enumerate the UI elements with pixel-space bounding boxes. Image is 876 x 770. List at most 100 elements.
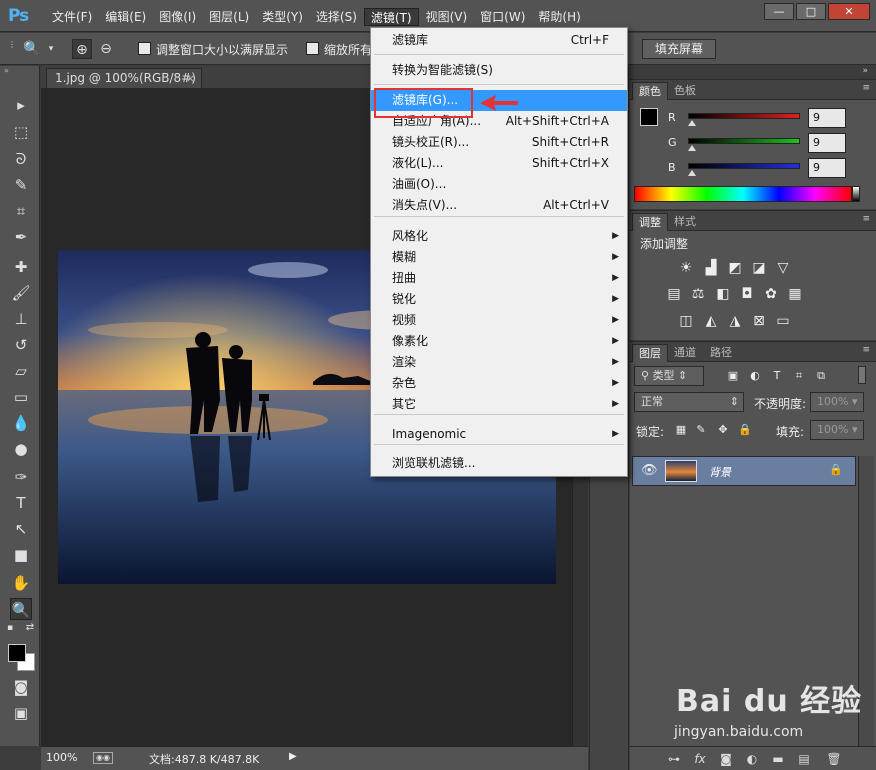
healing-brush-tool-icon[interactable]: ✚: [10, 256, 32, 278]
color-fg-swatch[interactable]: [640, 108, 658, 126]
fill-input[interactable]: 100% ▾: [810, 420, 864, 440]
black-white-icon[interactable]: ◧: [714, 285, 732, 303]
filter-menu-item-10[interactable]: 扭曲 ▶: [371, 268, 627, 289]
new-layer-icon[interactable]: ▤: [796, 751, 812, 767]
pen-tool-icon[interactable]: ✑: [10, 466, 32, 488]
red-slider-thumb[interactable]: [688, 120, 696, 126]
filter-menu-item-8[interactable]: 风格化 ▶: [371, 226, 627, 247]
color-balance-icon[interactable]: ⚖: [689, 285, 707, 303]
opacity-input[interactable]: 100% ▾: [810, 392, 864, 412]
zoom-level[interactable]: 100%: [46, 751, 77, 764]
zoom-in-icon[interactable]: ⊕: [72, 39, 92, 59]
layer-filter-select[interactable]: ⚲ 类型 ⇕: [634, 366, 704, 386]
tab-swatches[interactable]: 色板: [668, 82, 702, 100]
filter-menu-item-6[interactable]: 油画(O)...: [371, 174, 627, 195]
green-value-input[interactable]: 9: [808, 133, 846, 153]
eyedropper-tool-icon[interactable]: ✒: [10, 226, 32, 248]
vibrance-icon[interactable]: ▽: [774, 259, 792, 277]
adjustments-panel-menu-icon[interactable]: ≡: [862, 214, 870, 224]
zoom-tool-preset-icon[interactable]: 🔍: [22, 39, 42, 59]
blur-tool-icon[interactable]: 💧: [10, 412, 32, 434]
menu-item-4[interactable]: 类型(Y): [256, 8, 309, 26]
menu-item-9[interactable]: 帮助(H): [532, 8, 586, 26]
blue-value-input[interactable]: 9: [808, 158, 846, 178]
zoom-all-checkbox[interactable]: [306, 42, 319, 55]
close-tab-icon[interactable]: ×: [186, 69, 195, 88]
green-slider[interactable]: [688, 138, 800, 144]
swap-colors-icon[interactable]: ⇄: [24, 622, 36, 634]
filter-type-icon[interactable]: T: [768, 367, 786, 385]
color-spectrum-ramp[interactable]: [634, 186, 852, 202]
filter-menu-item-18[interactable]: 浏览联机滤镜...: [371, 453, 627, 474]
maximize-button[interactable]: □: [796, 3, 826, 20]
close-button[interactable]: ✕: [828, 3, 870, 20]
layer-name[interactable]: 背景: [709, 464, 731, 480]
threshold-icon[interactable]: ◮: [726, 312, 744, 330]
quick-mask-icon[interactable]: ◙: [10, 676, 32, 698]
tab-paths[interactable]: 路径: [704, 344, 738, 362]
menu-item-7[interactable]: 视图(V): [420, 8, 474, 26]
filter-smart-object-icon[interactable]: ⧉: [812, 367, 830, 385]
document-tab[interactable]: 1.jpg @ 100%(RGB/8#) ×: [46, 68, 202, 88]
filter-pixel-icon[interactable]: ▣: [724, 367, 742, 385]
lock-position-icon[interactable]: ✥: [714, 421, 732, 439]
color-panel-menu-icon[interactable]: ≡: [862, 83, 870, 93]
eye-icon[interactable]: 👁: [641, 463, 658, 478]
menu-item-8[interactable]: 窗口(W): [474, 8, 531, 26]
red-value-input[interactable]: 9: [808, 108, 846, 128]
lock-image-icon[interactable]: ✎: [692, 421, 710, 439]
tab-adjustments[interactable]: 调整: [632, 213, 668, 231]
crop-tool-icon[interactable]: ⌗: [10, 200, 32, 222]
exposure-icon[interactable]: ◪: [750, 259, 768, 277]
shape-tool-icon[interactable]: ■: [10, 544, 32, 566]
new-adjustment-icon[interactable]: ◐: [744, 751, 760, 767]
invert-icon[interactable]: ◫: [677, 312, 695, 330]
add-mask-icon[interactable]: ◙: [718, 751, 734, 767]
menu-item-6[interactable]: 滤镜(T): [363, 8, 419, 26]
tab-layers[interactable]: 图层: [632, 344, 668, 362]
move-tool-icon[interactable]: ▸: [10, 94, 32, 116]
path-selection-tool-icon[interactable]: ↖: [10, 518, 32, 540]
tab-color[interactable]: 颜色: [632, 82, 668, 100]
foreground-color-swatch[interactable]: [8, 644, 26, 662]
filter-menu-item-13[interactable]: 像素化 ▶: [371, 331, 627, 352]
collapse-dock-icon[interactable]: »: [862, 66, 868, 76]
clone-stamp-tool-icon[interactable]: ⊥: [10, 308, 32, 330]
filter-menu-item-7[interactable]: 消失点(V)... Alt+Ctrl+V: [371, 195, 627, 216]
blue-slider-thumb[interactable]: [688, 170, 696, 176]
filter-menu-item-0[interactable]: 滤镜库 Ctrl+F: [371, 30, 627, 51]
layer-style-icon[interactable]: fx: [692, 751, 708, 767]
menu-item-0[interactable]: 文件(F): [46, 8, 98, 26]
fill-screen-button[interactable]: 填充屏幕: [642, 39, 716, 59]
tab-channels[interactable]: 通道: [668, 344, 702, 362]
lock-transparent-icon[interactable]: ▦: [672, 421, 690, 439]
gradient-tool-icon[interactable]: ▭: [10, 386, 32, 408]
filter-menu-item-14[interactable]: 渲染 ▶: [371, 352, 627, 373]
zoom-out-icon[interactable]: ⊖: [96, 39, 116, 59]
filter-menu-item-5[interactable]: 液化(L)... Shift+Ctrl+X: [371, 153, 627, 174]
screen-mode-icon[interactable]: ▣: [10, 702, 32, 724]
photo-filter-icon[interactable]: ◘: [738, 285, 756, 303]
blue-slider[interactable]: [688, 163, 800, 169]
type-tool-icon[interactable]: T: [10, 492, 32, 514]
lasso-tool-icon[interactable]: ᘐ: [10, 148, 32, 170]
hand-tool-icon[interactable]: ✋: [10, 572, 32, 594]
layer-row-background[interactable]: 👁 背景 🔒: [632, 456, 856, 486]
lock-all-icon[interactable]: 🔒: [736, 421, 754, 439]
filter-menu-item-12[interactable]: 视频 ▶: [371, 310, 627, 331]
status-menu-arrow-icon[interactable]: ▶: [289, 751, 297, 762]
preset-dropdown-icon[interactable]: ▾: [46, 39, 56, 59]
green-slider-thumb[interactable]: [688, 145, 696, 151]
filter-menu-item-16[interactable]: 其它 ▶: [371, 394, 627, 415]
color-lookup-icon[interactable]: ▦: [786, 285, 804, 303]
filter-menu-item-17[interactable]: Imagenomic ▶: [371, 424, 627, 445]
blend-mode-select[interactable]: 正常 ⇕: [634, 392, 744, 412]
brightness-contrast-icon[interactable]: ☀: [677, 259, 695, 277]
posterize-icon[interactable]: ◭: [702, 312, 720, 330]
new-group-icon[interactable]: ▬: [770, 751, 786, 767]
filter-menu-item-11[interactable]: 锐化 ▶: [371, 289, 627, 310]
quick-select-tool-icon[interactable]: ✎: [10, 174, 32, 196]
filter-menu-item-1[interactable]: 转换为智能滤镜(S): [371, 60, 627, 81]
link-layers-icon[interactable]: ⊶: [666, 751, 682, 767]
history-brush-tool-icon[interactable]: ↺: [10, 334, 32, 356]
